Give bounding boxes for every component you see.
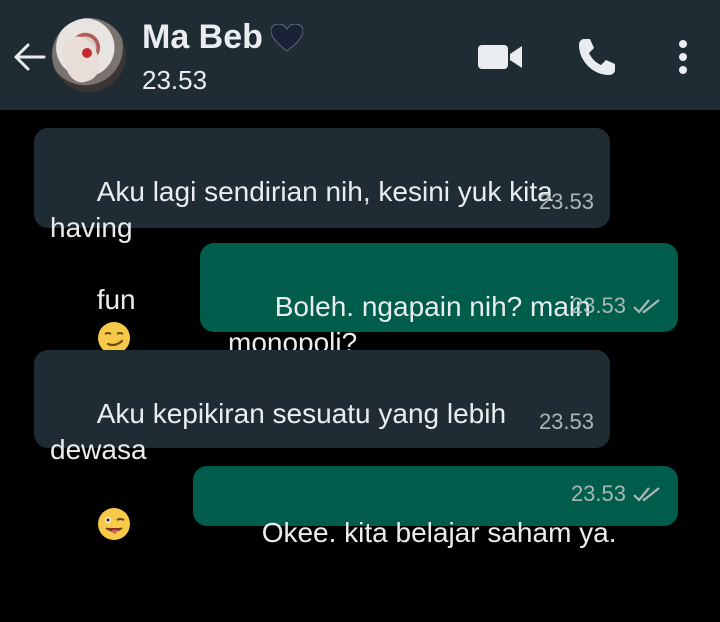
message-time: 23.53 (539, 404, 594, 440)
message-bubble-incoming[interactable]: Aku kepikiran sesuatu yang lebih dewasa … (34, 350, 610, 540)
message-timestamp: 23.53 (570, 293, 626, 318)
chat-area[interactable]: Aku lagi sendirian nih, kesini yuk kita … (0, 110, 720, 622)
contact-name-group[interactable]: Ma Beb (142, 18, 303, 57)
message-time: 23.53 (571, 476, 662, 512)
avatar[interactable] (52, 18, 126, 92)
message-timestamp: 23.53 (570, 481, 626, 506)
chat-header: Ma Beb 23.53 (0, 0, 720, 110)
double-tick-icon (633, 299, 660, 314)
message-line: Okee. kita belajar saham ya. (261, 517, 617, 548)
message-bubble-outgoing[interactable]: Okee. kita belajar saham ya. 23.53 (193, 466, 678, 548)
avatar-photo (57, 31, 105, 87)
avatar-photo-detail (82, 48, 92, 58)
more-options-icon[interactable] (672, 36, 694, 78)
message-line: fun (96, 284, 136, 315)
black-heart-icon (270, 23, 303, 52)
message-line: Boleh. ngapain nih? main monopoli? (228, 291, 599, 358)
contact-name: Ma Beb (142, 18, 263, 56)
message-timestamp: 23.53 (538, 189, 594, 214)
message-timestamp: 23.53 (538, 409, 594, 434)
tongue-wink-emoji-icon (97, 507, 130, 540)
back-arrow-icon[interactable] (10, 40, 48, 74)
video-call-icon[interactable] (476, 40, 524, 74)
message-time: 23.53 (571, 288, 662, 324)
message-bubble-outgoing[interactable]: Boleh. ngapain nih? main monopoli? 23.53 (200, 243, 678, 358)
message-line: Aku lagi sendirian nih, kesini yuk kita … (50, 176, 561, 243)
message-time: 23.53 (539, 184, 594, 220)
contact-status: 23.53 (142, 65, 208, 95)
message-line: Aku kepikiran sesuatu yang lebih dewasa (50, 398, 514, 465)
phone-call-icon[interactable] (576, 36, 618, 78)
message-bubble-incoming[interactable]: Aku lagi sendirian nih, kesini yuk kita … (34, 128, 610, 354)
double-tick-icon (633, 487, 660, 502)
